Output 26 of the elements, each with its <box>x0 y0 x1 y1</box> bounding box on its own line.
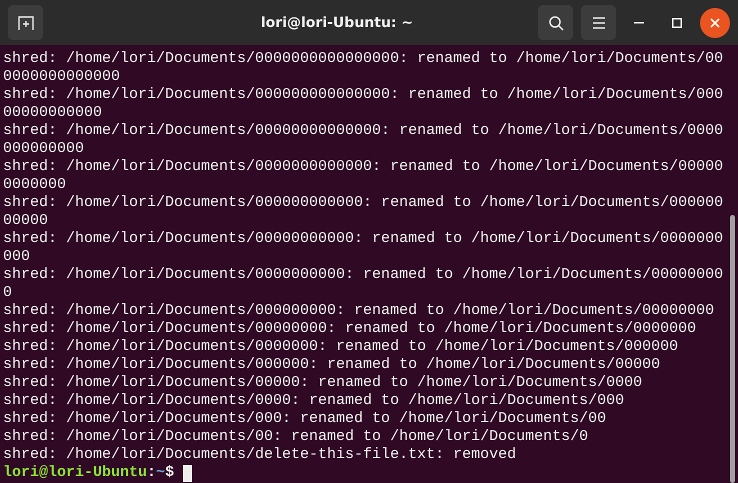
new-tab-icon <box>18 14 34 30</box>
new-tab-button[interactable] <box>8 5 43 40</box>
menu-icon <box>592 16 606 28</box>
terminal-output-line: shred: /home/lori/Documents/00000: renamed to /home/lori/Documents/0000 <box>3 374 644 392</box>
prompt-path: ~ <box>156 464 166 482</box>
menu-button[interactable] <box>581 5 616 40</box>
maximize-icon <box>672 18 682 28</box>
terminal-output-line: shred: /home/lori/Documents/00: renamed to /home/lori/Documents/0 <box>3 428 590 446</box>
close-icon <box>710 18 720 28</box>
search-button[interactable] <box>538 5 573 40</box>
search-icon <box>548 14 564 30</box>
terminal-output-line: shred: /home/lori/Documents/delete-this-file.txt: removed <box>3 446 518 464</box>
terminal-output-line: shred: /home/lori/Documents/0000000: renamed to /home/lori/Documents/000000 <box>3 338 680 356</box>
minimize-icon <box>634 22 644 24</box>
terminal-output-line: shred: /home/lori/Documents/000: renamed to /home/lori/Documents/00 <box>3 410 608 428</box>
prompt-symbol: $ <box>165 464 174 482</box>
terminal-output-line: shred: /home/lori/Documents/000000: renamed to /home/lori/Documents/00000 <box>3 356 662 374</box>
window-title: lori@lori-Ubuntu: ~ <box>260 14 414 30</box>
terminal-output-line: shred: /home/lori/Documents/00000000: renamed to /home/lori/Documents/0000000 <box>3 320 698 338</box>
prompt-user: lori@lori-Ubuntu <box>3 464 148 482</box>
terminal-output-line: shred: /home/lori/Documents/0000: renamed to /home/lori/Documents/000 <box>3 392 626 410</box>
close-button[interactable] <box>700 8 730 38</box>
text-cursor <box>183 464 192 482</box>
terminal-output-line: shred: /home/lori/Documents/000000000: renamed to /home/lori/Documents/00000000 <box>3 302 716 320</box>
scrollbar-thumb[interactable] <box>730 215 735 483</box>
prompt-separator: : <box>147 464 156 482</box>
